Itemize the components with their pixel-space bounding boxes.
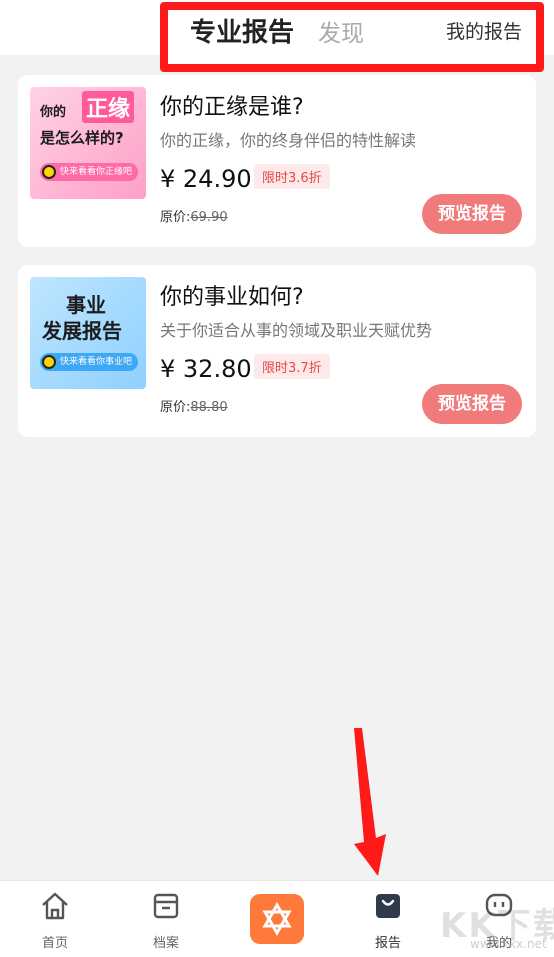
discount-badge: 限时3.7折: [254, 354, 330, 379]
card-description: 关于你适合从事的领域及职业天赋优势: [160, 321, 433, 340]
thumb-line1: 你的: [40, 105, 67, 120]
card-title: 你的事业如何?: [160, 285, 304, 310]
thumb-pill-label: 快来看看你事业吧: [60, 357, 133, 367]
original-price: 原价:88.80: [160, 396, 228, 415]
report-card-soulmate[interactable]: 你的 正缘 是怎么样的? 快来看看你正缘吧 你的正缘是谁? 你的正缘，你的终身伴…: [18, 75, 536, 247]
original-price-value: 69.90: [190, 210, 228, 225]
thumb-line2: 是怎么样的?: [40, 129, 124, 147]
nav-report[interactable]: 报告: [353, 890, 423, 951]
preview-report-button[interactable]: 预览报告: [422, 194, 522, 234]
star-of-david-icon: [262, 901, 292, 937]
thumb-line1: 事业: [66, 293, 106, 317]
card-price: ¥ 24.90: [160, 165, 252, 193]
nav-archive[interactable]: 档案: [131, 890, 201, 951]
card-price: ¥ 32.80: [160, 355, 252, 383]
card-description: 你的正缘，你的终身伴侣的特性解读: [160, 131, 417, 150]
watermark-url: www.kkx.net: [470, 937, 547, 951]
home-icon: [42, 892, 68, 920]
report-thumbnail: 事业 发展报告 快来看看你事业吧: [30, 277, 146, 389]
nav-report-label: 报告: [374, 936, 401, 951]
original-price-label: 原价:: [160, 400, 191, 415]
original-price-value: 88.80: [190, 400, 228, 415]
thumb-line2: 发展报告: [42, 319, 122, 343]
thumb-line1-highlight: 正缘: [82, 91, 135, 123]
report-thumbnail: 你的 正缘 是怎么样的? 快来看看你正缘吧: [30, 87, 146, 199]
bag-icon: [376, 894, 400, 918]
tab-discover[interactable]: 发现: [318, 14, 364, 48]
center-action-button[interactable]: [250, 894, 304, 944]
card-title: 你的正缘是谁?: [160, 95, 304, 120]
thumb-pill-label: 快来看看你正缘吧: [60, 167, 133, 177]
annotation-arrow: [354, 728, 386, 876]
nav-archive-label: 档案: [152, 936, 179, 951]
smiley-icon: [42, 355, 56, 369]
nav-home-label: 首页: [41, 936, 68, 951]
tab-professional-report[interactable]: 专业报告: [190, 12, 294, 49]
discount-badge: 限时3.6折: [254, 164, 330, 189]
smiley-icon: [42, 165, 56, 179]
report-card-career[interactable]: 事业 发展报告 快来看看你事业吧 你的事业如何? 关于你适合从事的领域及职业天赋…: [18, 265, 536, 437]
preview-report-button[interactable]: 预览报告: [422, 384, 522, 424]
original-price-label: 原价:: [160, 210, 191, 225]
nav-home[interactable]: 首页: [20, 890, 90, 951]
original-price: 原价:69.90: [160, 206, 228, 225]
archive-icon: [153, 893, 179, 919]
tab-my-reports[interactable]: 我的报告: [446, 17, 522, 44]
thumb-pill: 快来看看你正缘吧: [40, 163, 139, 181]
thumb-pill: 快来看看你事业吧: [40, 353, 139, 371]
